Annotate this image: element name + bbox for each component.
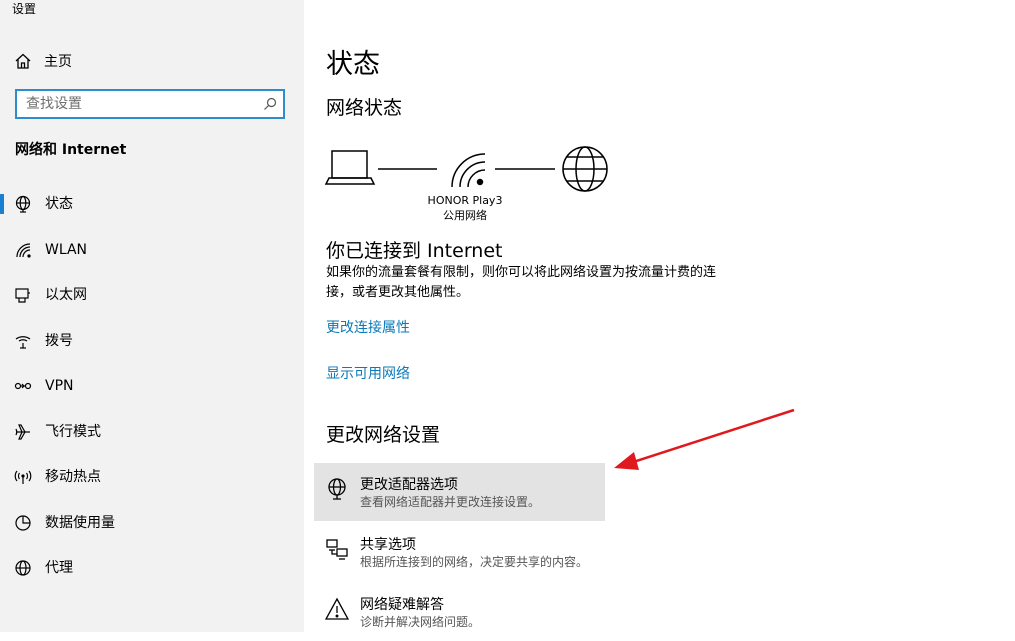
sidebar-item-label: 代理 xyxy=(45,560,73,576)
search-box[interactable] xyxy=(15,89,285,119)
annotation-arrow xyxy=(614,408,795,470)
status-globe-icon xyxy=(15,195,31,213)
airplane-icon xyxy=(15,424,30,440)
wifi-icon xyxy=(16,243,31,258)
sidebar-item-vpn[interactable]: VPN xyxy=(0,368,304,404)
network-name: HONOR Play3 xyxy=(427,194,503,207)
sidebar-item-label: 移动热点 xyxy=(45,469,101,485)
internet-globe-icon xyxy=(562,146,608,192)
connected-description: 如果你的流量套餐有限制，则你可以将此网络设置为按流量计费的连接，或者更改其他属性… xyxy=(326,265,717,300)
sidebar-item-label: 拨号 xyxy=(45,333,73,349)
option-description: 查看网络适配器并更改连接设置。 xyxy=(360,495,541,509)
network-label: HONOR Play3 公用网络 xyxy=(425,193,505,223)
app-title: 设置 xyxy=(12,2,37,16)
search-icon[interactable] xyxy=(263,97,277,111)
vpn-icon xyxy=(14,382,32,390)
adapter-globe-icon xyxy=(328,478,346,500)
sidebar-item-label: VPN xyxy=(45,378,74,394)
sidebar-item-label: 状态 xyxy=(45,196,73,212)
warning-icon xyxy=(325,597,349,620)
section-title: 网络和 Internet xyxy=(15,142,127,158)
sidebar: 设置 主页 网络和 Internet 状态 WLAN 以太网 xyxy=(0,0,304,632)
nav-home[interactable]: 主页 xyxy=(14,50,72,72)
option-description: 诊断并解决网络问题。 xyxy=(360,615,481,629)
change-settings-title: 更改网络设置 xyxy=(326,424,441,446)
main-panel: 状态 网络状态 HONOR Play3 公用网络 你已连接到 Internet … xyxy=(304,0,1015,632)
change-adapter-options[interactable]: 更改适配器选项 查看网络适配器并更改连接设置。 xyxy=(314,463,605,521)
selection-indicator xyxy=(0,194,4,214)
sidebar-item-label: 以太网 xyxy=(45,287,87,303)
sidebar-item-ethernet[interactable]: 以太网 xyxy=(0,277,304,313)
sidebar-item-data-usage[interactable]: 数据使用量 xyxy=(0,505,304,541)
change-connection-properties-link[interactable]: 更改连接属性 xyxy=(326,317,410,337)
option-title: 网络疑难解答 xyxy=(360,597,444,613)
sharing-options[interactable]: 共享选项 根据所连接到的网络，决定要共享的内容。 xyxy=(314,523,605,581)
sidebar-item-airplane[interactable]: 飞行模式 xyxy=(0,414,304,450)
option-title: 共享选项 xyxy=(360,537,416,553)
proxy-globe-icon xyxy=(15,560,31,576)
data-usage-icon xyxy=(15,515,31,531)
sharing-icon xyxy=(326,539,348,560)
sidebar-item-label: WLAN xyxy=(45,242,88,258)
sidebar-item-wlan[interactable]: WLAN xyxy=(0,232,304,268)
sidebar-item-label: 飞行模式 xyxy=(45,424,101,440)
show-available-networks-link[interactable]: 显示可用网络 xyxy=(326,363,410,383)
wifi-signal-icon xyxy=(451,153,486,188)
laptop-icon xyxy=(324,150,376,185)
hotspot-icon xyxy=(14,470,32,484)
sidebar-item-proxy[interactable]: 代理 xyxy=(0,550,304,586)
network-status-title: 网络状态 xyxy=(326,97,403,119)
option-title: 更改适配器选项 xyxy=(360,477,458,493)
search-input[interactable] xyxy=(17,92,262,116)
sidebar-item-status[interactable]: 状态 xyxy=(0,186,304,222)
home-icon xyxy=(15,53,31,69)
ethernet-icon xyxy=(15,288,30,303)
connected-title: 你已连接到 Internet xyxy=(326,240,503,262)
network-type: 公用网络 xyxy=(443,209,487,222)
dialup-icon xyxy=(15,336,31,349)
nav-home-label: 主页 xyxy=(44,54,72,70)
sidebar-item-dialup[interactable]: 拨号 xyxy=(0,323,304,359)
option-description: 根据所连接到的网络，决定要共享的内容。 xyxy=(360,555,589,569)
network-troubleshooter[interactable]: 网络疑难解答 诊断并解决网络问题。 xyxy=(314,583,605,641)
page-title: 状态 xyxy=(326,49,380,80)
sidebar-item-label: 数据使用量 xyxy=(45,515,115,531)
sidebar-item-hotspot[interactable]: 移动热点 xyxy=(0,459,304,495)
